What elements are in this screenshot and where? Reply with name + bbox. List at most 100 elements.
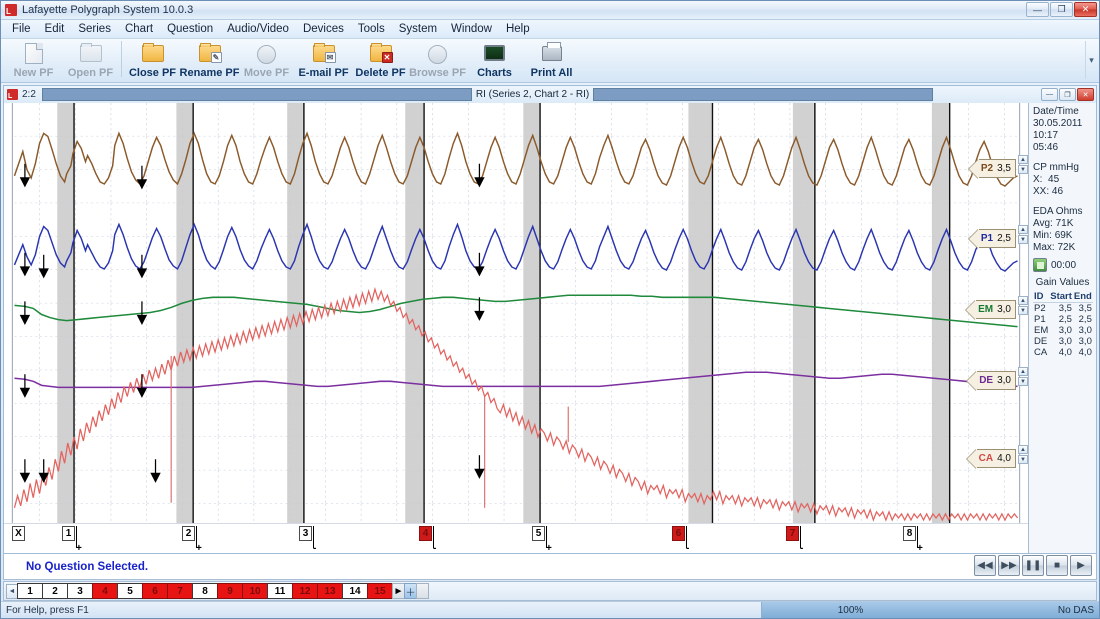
- toolbar-email-pf[interactable]: ✉ E-mail PF: [295, 41, 352, 81]
- menu-devices[interactable]: Devices: [296, 21, 351, 37]
- gain-row-4-start: 4,0: [1058, 347, 1072, 358]
- question-marker-5-sign: +: [546, 543, 552, 553]
- page-tab-2[interactable]: 2: [42, 583, 68, 599]
- page-tab-4[interactable]: 4: [92, 583, 118, 599]
- eda-avg-value: 71K: [1055, 218, 1074, 229]
- toolbar-delete-pf[interactable]: ✕ Delete PF: [352, 41, 409, 81]
- page-tab-8[interactable]: 8: [192, 583, 218, 599]
- menu-series[interactable]: Series: [71, 21, 118, 37]
- page-tab-6[interactable]: 6: [142, 583, 168, 599]
- question-marker-5[interactable]: 5 +: [532, 526, 552, 553]
- toolbar-print-all-label: Print All: [530, 67, 573, 79]
- table-row: P1 2,5 2,5: [1033, 314, 1093, 325]
- question-marker-4[interactable]: 4 -: [419, 526, 436, 553]
- toolbar-charts-label: Charts: [477, 67, 512, 79]
- menu-window[interactable]: Window: [444, 21, 499, 37]
- new-document-icon: [21, 43, 47, 65]
- question-marker-3-label: 3: [299, 526, 312, 541]
- chart-window-controls: — ❐ ✕: [1041, 88, 1096, 101]
- gain-row-4-end: 4,0: [1078, 347, 1092, 358]
- page-tab-5[interactable]: 5: [117, 583, 143, 599]
- menu-system[interactable]: System: [392, 21, 444, 37]
- toolbar-new-pf[interactable]: New PF: [5, 41, 62, 81]
- chart-maximize-button[interactable]: ❐: [1059, 88, 1076, 101]
- question-marker-2[interactable]: 2 +: [182, 526, 202, 553]
- timer-row[interactable]: 00:00: [1033, 258, 1092, 272]
- question-status-bar: No Question Selected. ◀◀ ▶▶ ❚❚ ■ ▶: [3, 554, 1097, 580]
- gain-header-row: ID Start End: [1033, 291, 1093, 303]
- question-marker-x[interactable]: X: [12, 526, 25, 541]
- page-tab-14[interactable]: 14: [342, 583, 368, 599]
- menu-edit[interactable]: Edit: [38, 21, 72, 37]
- status-zoom-level: 100%: [761, 602, 939, 618]
- toolbar-browse-pf[interactable]: Browse PF: [409, 41, 466, 81]
- chart-window-progress-left[interactable]: [41, 88, 472, 101]
- close-button[interactable]: ✕: [1074, 2, 1097, 17]
- page-tab-11[interactable]: 11: [267, 583, 293, 599]
- gain-row-1-end: 2,5: [1078, 314, 1092, 325]
- chart-page-tabs: ◄ 1 2 3 4 5 6 7 8 9 10 11 12 13 14 15 ► …: [3, 581, 1097, 601]
- page-tab-13[interactable]: 13: [317, 583, 343, 599]
- pause-button[interactable]: ❚❚: [1022, 555, 1044, 576]
- toolbar-move-pf[interactable]: Move PF: [238, 41, 295, 81]
- eda-min-label: Min:: [1033, 230, 1052, 241]
- question-marker-7-sign: -: [800, 543, 804, 553]
- toolbar-charts[interactable]: Charts: [466, 41, 523, 81]
- toolbar-open-pf[interactable]: Open PF: [62, 41, 119, 81]
- eda-min-value: 69K: [1054, 230, 1073, 241]
- minimize-button[interactable]: —: [1026, 2, 1049, 17]
- page-tab-1[interactable]: 1: [17, 583, 43, 599]
- question-marker-1[interactable]: 1 +: [62, 526, 82, 553]
- menu-question[interactable]: Question: [160, 21, 220, 37]
- question-marker-1-sign: +: [76, 543, 82, 553]
- gain-row-2-start: 3,0: [1058, 325, 1072, 336]
- question-marker-6[interactable]: 6 -: [672, 526, 689, 553]
- cp-xx-label: XX:: [1033, 186, 1050, 197]
- toolbar-rename-pf[interactable]: ✎ Rename PF: [180, 41, 239, 81]
- page-tab-9[interactable]: 9: [217, 583, 243, 599]
- move-icon: [254, 43, 280, 65]
- toolbar-close-pf[interactable]: Close PF: [124, 41, 181, 81]
- toolbar-close-pf-label: Close PF: [128, 67, 177, 79]
- cp-xx-value: 46: [1051, 186, 1064, 197]
- stop-button[interactable]: ■: [1046, 555, 1068, 576]
- menu-help[interactable]: Help: [499, 21, 537, 37]
- page-tab-15[interactable]: 15: [367, 583, 393, 599]
- eda-max-value: 72K: [1057, 242, 1076, 253]
- page-tab-12[interactable]: 12: [292, 583, 318, 599]
- question-marker-3[interactable]: 3 -: [299, 526, 316, 553]
- maximize-button[interactable]: ❐: [1050, 2, 1073, 17]
- fast-forward-button[interactable]: ▶▶: [998, 555, 1020, 576]
- page-tab-3[interactable]: 3: [67, 583, 93, 599]
- printer-icon: [539, 42, 565, 65]
- rewind-button[interactable]: ◀◀: [974, 555, 996, 576]
- question-marker-7[interactable]: 7 -: [786, 526, 803, 553]
- chart-window-progress-right[interactable]: [593, 88, 934, 101]
- question-marker-8[interactable]: 8 +: [903, 526, 923, 553]
- chart-close-button[interactable]: ✕: [1077, 88, 1094, 101]
- question-marker-4-label: 4: [419, 526, 432, 541]
- play-button[interactable]: ▶: [1070, 555, 1092, 576]
- eda-title: EDA Ohms: [1033, 206, 1083, 217]
- eda-avg-row: Avg: 71K: [1033, 218, 1092, 229]
- menu-tools[interactable]: Tools: [351, 21, 392, 37]
- page-tab-10[interactable]: 10: [242, 583, 268, 599]
- chart-minimize-button[interactable]: —: [1041, 88, 1058, 101]
- menu-audio-video[interactable]: Audio/Video: [220, 21, 296, 37]
- title-bar: L Lafayette Polygraph System 10.0.3 — ❐ …: [1, 1, 1099, 20]
- page-tab-7[interactable]: 7: [167, 583, 193, 599]
- question-marker-x-label: X: [12, 526, 25, 541]
- toolbar-print-all[interactable]: Print All: [523, 41, 580, 81]
- question-marker-row[interactable]: X 1 + 2 + 3 - 4 - 5 + 6 - 7 - 8 +: [4, 523, 1028, 553]
- menu-chart[interactable]: Chart: [118, 21, 160, 37]
- toolbar-overflow-button[interactable]: ▾: [1085, 41, 1097, 79]
- question-marker-8-sign: +: [917, 543, 923, 553]
- menu-file[interactable]: File: [5, 21, 38, 37]
- question-marker-3-sign: -: [313, 543, 317, 553]
- cp-title: CP mmHg: [1033, 162, 1079, 173]
- polygraph-traces: [4, 103, 1028, 523]
- video-timer-icon: [1033, 258, 1047, 272]
- tabs-end-button[interactable]: [416, 583, 429, 599]
- polygraph-canvas[interactable]: P2 3,5 P1 2,5 EM 3,0 DE 3,0 CA 4,0 ▲ ▼ ▲…: [4, 103, 1028, 523]
